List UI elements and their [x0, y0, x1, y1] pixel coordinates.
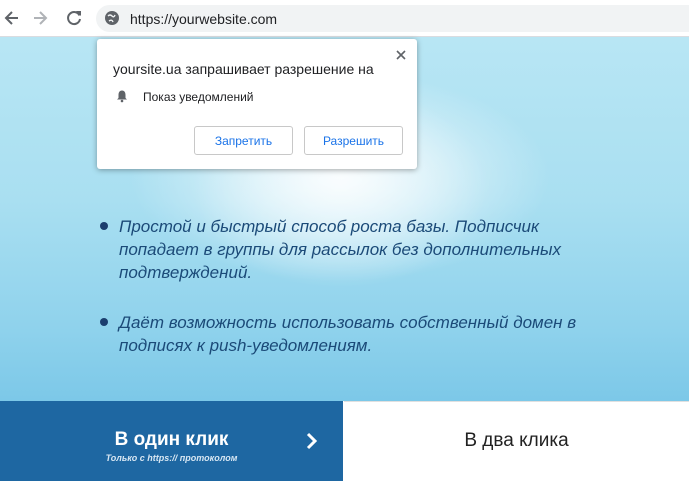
reload-icon[interactable]: [64, 8, 84, 28]
forward-arrow-icon[interactable]: [30, 8, 50, 28]
close-icon[interactable]: [394, 48, 408, 62]
url-text: https://yourwebsite.com: [130, 11, 278, 27]
permission-label: Показ уведомлений: [143, 90, 254, 104]
allow-button[interactable]: Разрешить: [304, 126, 403, 155]
one-click-subtitle: Только с https:// протоколом: [105, 453, 238, 463]
bullet-dot: [100, 318, 108, 326]
notification-permission-popup: yoursite.ua запрашивает разрешение на По…: [97, 39, 417, 169]
browser-toolbar: https://yourwebsite.com: [0, 0, 689, 37]
globe-icon: [105, 11, 119, 25]
bell-icon: [117, 90, 127, 103]
bullet-text: Простой и быстрый способ роста базы. Под…: [119, 217, 562, 282]
two-click-panel[interactable]: В два клика: [344, 401, 689, 481]
deny-button[interactable]: Запретить: [194, 126, 293, 155]
one-click-panel[interactable]: В один клик Только с https:// протоколом: [0, 401, 343, 481]
bullet-text: Даёт возможность использовать собственны…: [119, 313, 577, 355]
back-arrow-icon[interactable]: [2, 8, 22, 28]
bullet-dot: [100, 222, 108, 230]
address-bar[interactable]: https://yourwebsite.com: [96, 5, 689, 32]
one-click-title: В один клик: [114, 429, 229, 450]
chevron-right-icon: [306, 432, 318, 450]
popup-title: yoursite.ua запрашивает разрешение на: [113, 61, 374, 77]
two-click-title: В два клика: [464, 430, 569, 451]
